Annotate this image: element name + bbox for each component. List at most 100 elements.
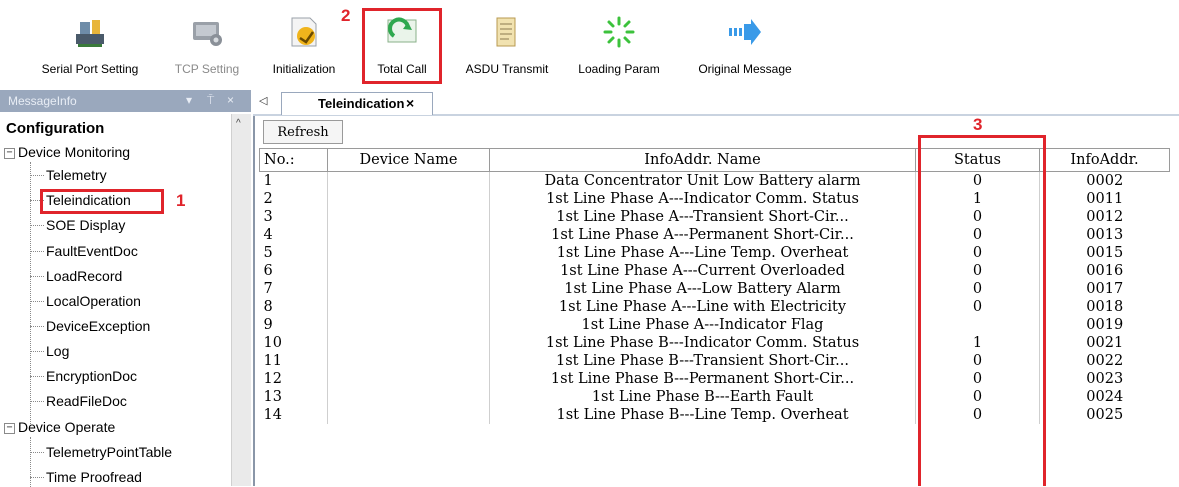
annotation-number-2: 2 bbox=[341, 6, 351, 25]
row-device-name bbox=[327, 352, 490, 370]
row-infoaddr: 0019 bbox=[1039, 316, 1170, 334]
row-number: 11 bbox=[263, 353, 282, 369]
column-header-device-name[interactable]: Device Name bbox=[327, 148, 490, 172]
row-device-name bbox=[327, 262, 490, 280]
row-infoaddr: 0013 bbox=[1039, 226, 1170, 244]
row-device-name bbox=[327, 171, 490, 190]
asdu-transmit-label: ASDU Transmit bbox=[465, 62, 549, 76]
tab-label: Teleindication bbox=[318, 96, 405, 111]
row-device-name bbox=[327, 226, 490, 244]
initialization-icon bbox=[291, 17, 317, 47]
tree-item-soe-display[interactable]: SOE Display bbox=[46, 217, 125, 233]
message-info-panel: MessageInfo ▾ ⍑ × Configuration − Device… bbox=[0, 90, 251, 487]
tab-close-icon[interactable]: × bbox=[406, 95, 414, 111]
tree-item-telemetry[interactable]: Telemetry bbox=[46, 167, 107, 183]
loading-param-button[interactable]: Loading Param bbox=[567, 0, 671, 88]
tree-item-log[interactable]: Log bbox=[46, 343, 69, 359]
original-message-label: Original Message bbox=[698, 62, 792, 76]
row-infoaddr: 0002 bbox=[1039, 171, 1170, 190]
tree-branch bbox=[30, 225, 44, 226]
annotation-number-3: 3 bbox=[973, 115, 983, 134]
tree-group-device-operate[interactable]: Device Operate bbox=[18, 419, 115, 435]
panel-header: MessageInfo ▾ ⍑ × bbox=[0, 90, 251, 112]
initialization-button[interactable]: Initialization bbox=[258, 0, 350, 88]
serial-port-setting-label: Serial Port Setting bbox=[41, 62, 139, 76]
row-device-name bbox=[327, 370, 490, 388]
row-device-name bbox=[327, 298, 490, 316]
row-device-name bbox=[327, 244, 490, 262]
tree-root-configuration[interactable]: Configuration bbox=[6, 120, 104, 137]
row-device-name bbox=[327, 190, 490, 208]
row-infoaddr: 0023 bbox=[1039, 370, 1170, 388]
tree-item-telemetrypointtable[interactable]: TelemetryPointTable bbox=[46, 444, 172, 460]
teleindication-highlight bbox=[40, 189, 164, 214]
column-header-infoaddr-name[interactable]: InfoAddr. Name bbox=[489, 148, 916, 172]
row-infoaddr-name: 1st Line Phase A---Permanent Short-Cir..… bbox=[489, 226, 916, 244]
tree-branch bbox=[30, 251, 44, 252]
row-infoaddr-name: 1st Line Phase A---Line with Electricity bbox=[489, 298, 916, 316]
row-infoaddr-name: 1st Line Phase A---Transient Short-Cir..… bbox=[489, 208, 916, 226]
row-number: 13 bbox=[263, 389, 282, 405]
collapse-toggle-icon[interactable]: − bbox=[4, 148, 15, 159]
column-header-infoaddr[interactable]: InfoAddr. bbox=[1039, 148, 1170, 172]
collapse-toggle-icon[interactable]: − bbox=[4, 423, 15, 434]
row-device-name bbox=[327, 208, 490, 226]
tree-branch bbox=[30, 376, 44, 377]
row-number: 7 bbox=[263, 281, 273, 297]
tree-item-faulteventdoc[interactable]: FaultEventDoc bbox=[46, 243, 138, 259]
row-infoaddr: 0024 bbox=[1039, 388, 1170, 406]
panel-dropdown-icon[interactable]: ▾ bbox=[186, 93, 192, 107]
serial-port-setting-button[interactable]: Serial Port Setting bbox=[22, 0, 158, 88]
row-infoaddr: 0021 bbox=[1039, 334, 1170, 352]
status-column-highlight bbox=[918, 135, 1046, 486]
row-number: 14 bbox=[263, 407, 282, 423]
row-device-name bbox=[327, 280, 490, 298]
panel-close-icon[interactable]: × bbox=[227, 93, 234, 107]
tree-branch bbox=[30, 326, 44, 327]
row-infoaddr-name: 1st Line Phase A---Low Battery Alarm bbox=[489, 280, 916, 298]
tree-item-loadrecord[interactable]: LoadRecord bbox=[46, 268, 122, 284]
tree-branch bbox=[30, 452, 44, 453]
row-infoaddr-name: 1st Line Phase B---Transient Short-Cir..… bbox=[489, 352, 916, 370]
row-number: 5 bbox=[263, 245, 273, 261]
tcp-setting-label: TCP Setting bbox=[174, 62, 240, 76]
row-number: 10 bbox=[263, 335, 282, 351]
panel-title: MessageInfo bbox=[8, 94, 77, 108]
tree-group-device-monitoring[interactable]: Device Monitoring bbox=[18, 144, 130, 160]
tree-item-deviceexception[interactable]: DeviceException bbox=[46, 318, 150, 334]
row-infoaddr-name: 1st Line Phase A---Line Temp. Overheat bbox=[489, 244, 916, 262]
tree-item-encryptiondoc[interactable]: EncryptionDoc bbox=[46, 368, 137, 384]
refresh-button[interactable]: Refresh bbox=[263, 120, 343, 144]
document-tab-strip: ◁ Teleindication × bbox=[253, 90, 1179, 116]
tree-item-time-proofread[interactable]: Time Proofread bbox=[46, 469, 142, 485]
tree-guide-line bbox=[30, 437, 31, 487]
row-infoaddr-name: Data Concentrator Unit Low Battery alarm bbox=[489, 171, 916, 190]
tree-branch bbox=[30, 276, 44, 277]
row-infoaddr-name: 1st Line Phase A---Indicator Flag bbox=[489, 316, 916, 334]
original-message-button[interactable]: Original Message bbox=[680, 0, 810, 88]
tree-item-localoperation[interactable]: LocalOperation bbox=[46, 293, 141, 309]
row-number: 4 bbox=[263, 227, 273, 243]
toolbar: Serial Port Setting TCP Setting Initiali… bbox=[0, 0, 1179, 88]
tab-teleindication[interactable]: Teleindication × bbox=[281, 92, 433, 115]
row-number: 8 bbox=[263, 299, 273, 315]
tree-guide-line bbox=[30, 162, 31, 424]
tcp-setting-button[interactable]: TCP Setting bbox=[163, 0, 251, 88]
asdu-transmit-button[interactable]: ASDU Transmit bbox=[452, 0, 562, 88]
column-header-no[interactable]: No.: bbox=[259, 148, 328, 172]
row-infoaddr: 0012 bbox=[1039, 208, 1170, 226]
panel-pin-icon[interactable]: ⍑ bbox=[207, 93, 214, 108]
row-infoaddr-name: 1st Line Phase B---Permanent Short-Cir..… bbox=[489, 370, 916, 388]
tree-item-readfiledoc[interactable]: ReadFileDoc bbox=[46, 393, 127, 409]
row-device-name bbox=[327, 334, 490, 352]
row-infoaddr: 0025 bbox=[1039, 406, 1170, 424]
row-number: 2 bbox=[263, 191, 273, 207]
original-message-icon bbox=[729, 19, 761, 45]
tab-scroll-left-icon[interactable]: ◁ bbox=[259, 94, 267, 107]
annotation-number-1: 1 bbox=[176, 191, 186, 210]
row-infoaddr-name: 1st Line Phase B---Indicator Comm. Statu… bbox=[489, 334, 916, 352]
tree-branch bbox=[30, 477, 44, 478]
tree-branch bbox=[30, 401, 44, 402]
tree-scrollbar[interactable]: ^ bbox=[231, 114, 251, 486]
scroll-up-icon[interactable]: ^ bbox=[236, 118, 241, 129]
